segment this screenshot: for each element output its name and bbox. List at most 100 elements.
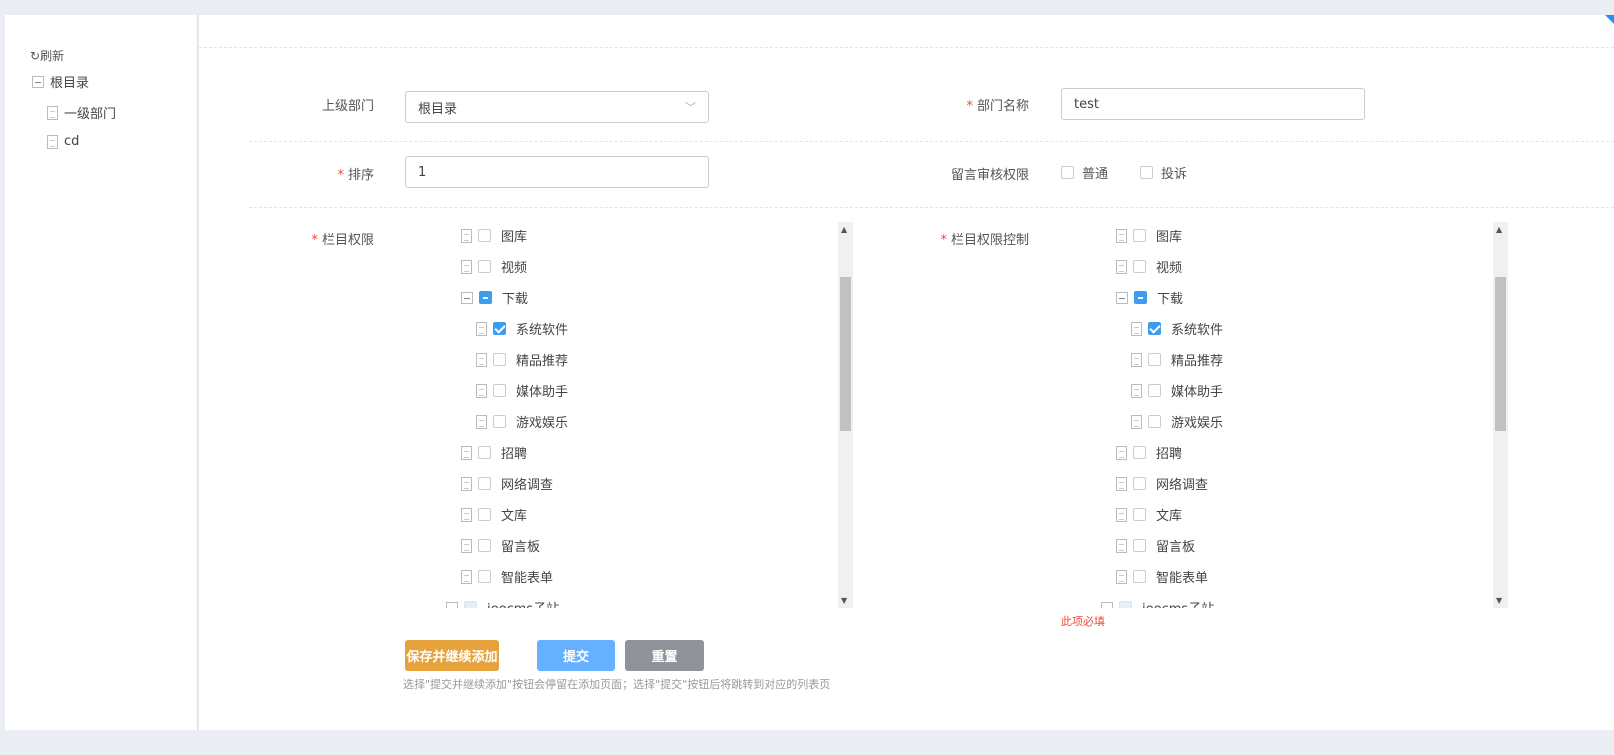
tree-item-label: 智能表单 bbox=[1156, 571, 1209, 586]
tree-item[interactable]: 游戏娱乐 bbox=[1131, 412, 1223, 431]
tree-item-label: 视频 bbox=[1156, 261, 1183, 276]
file-icon bbox=[1116, 476, 1127, 491]
tree-item[interactable]: 留言板 bbox=[461, 536, 540, 555]
file-icon bbox=[476, 414, 487, 429]
checkbox[interactable] bbox=[493, 415, 506, 428]
dept-name-label: * 部门名称 bbox=[966, 99, 1029, 114]
collapse-icon[interactable] bbox=[32, 75, 44, 88]
tree-root[interactable]: 根目录 bbox=[32, 72, 89, 91]
checkbox[interactable] bbox=[1133, 229, 1146, 242]
tree-item-label: 文库 bbox=[501, 509, 528, 524]
scrollbar[interactable]: ▲ ▼ bbox=[1493, 222, 1508, 608]
checkbox[interactable] bbox=[493, 384, 506, 397]
checkbox[interactable] bbox=[464, 601, 477, 608]
tree-item[interactable]: 招聘 bbox=[1116, 443, 1182, 462]
checkbox[interactable] bbox=[1140, 166, 1153, 179]
tree-item-label: 招聘 bbox=[501, 447, 528, 462]
tree-item[interactable]: 图库 bbox=[1116, 226, 1182, 245]
file-icon bbox=[476, 321, 487, 336]
checkbox[interactable] bbox=[1134, 291, 1147, 304]
review-normal[interactable]: 普通 bbox=[1061, 163, 1108, 182]
channel-control-label: * 栏目权限控制 bbox=[940, 233, 1029, 248]
tree-item[interactable]: 媒体助手 bbox=[1131, 381, 1223, 400]
file-icon bbox=[461, 507, 472, 522]
file-icon bbox=[1116, 228, 1127, 243]
checkbox[interactable] bbox=[1119, 601, 1132, 608]
collapse-icon[interactable] bbox=[446, 601, 458, 608]
tree-item[interactable]: 系统软件 bbox=[1131, 319, 1223, 338]
tree-item[interactable]: 精品推荐 bbox=[1131, 350, 1223, 369]
file-icon bbox=[1116, 445, 1127, 460]
tree-item-label: 图库 bbox=[1156, 230, 1183, 245]
reset-button[interactable]: 重置 bbox=[625, 640, 704, 671]
tree-item-label: jeecms子站 bbox=[1142, 598, 1214, 608]
tree-item[interactable]: 留言板 bbox=[1116, 536, 1195, 555]
tree-item[interactable]: 游戏娱乐 bbox=[476, 412, 568, 431]
checkbox[interactable] bbox=[478, 539, 491, 552]
checkbox[interactable] bbox=[1133, 508, 1146, 521]
checkbox[interactable] bbox=[478, 446, 491, 459]
tree-item-label: 图库 bbox=[501, 230, 528, 245]
tree-item[interactable]: 视频 bbox=[461, 257, 527, 276]
checkbox[interactable] bbox=[478, 260, 491, 273]
tree-item[interactable]: 媒体助手 bbox=[476, 381, 568, 400]
checkbox[interactable] bbox=[1148, 322, 1161, 335]
checkbox[interactable] bbox=[478, 508, 491, 521]
save-continue-button[interactable]: 保存并继续添加 bbox=[405, 640, 499, 671]
tree-item[interactable]: 文库 bbox=[461, 505, 527, 524]
sort-input[interactable]: 1 bbox=[405, 156, 709, 188]
refresh-button[interactable]: ↻刷新 bbox=[30, 47, 64, 64]
tree-item[interactable]: 智能表单 bbox=[1116, 567, 1208, 586]
tree-item[interactable]: 智能表单 bbox=[461, 567, 553, 586]
checkbox[interactable] bbox=[1133, 446, 1146, 459]
tree-item[interactable]: 文库 bbox=[1116, 505, 1182, 524]
checkbox[interactable] bbox=[1148, 353, 1161, 366]
tree-item[interactable]: 图库 bbox=[461, 226, 527, 245]
checkbox[interactable] bbox=[1148, 415, 1161, 428]
tree-item-label: 智能表单 bbox=[501, 571, 554, 586]
tree-item[interactable]: 下载 bbox=[1116, 288, 1183, 307]
department-sidebar: ↻刷新 根目录 一级部门 cd bbox=[5, 15, 198, 730]
tree-item[interactable]: 网络调查 bbox=[1116, 474, 1208, 493]
tree-item-label: 媒体助手 bbox=[516, 385, 569, 400]
checkbox[interactable] bbox=[1061, 166, 1074, 179]
tree-item-label: 游戏娱乐 bbox=[1171, 416, 1224, 431]
checkbox[interactable] bbox=[478, 570, 491, 583]
checkbox[interactable] bbox=[1133, 539, 1146, 552]
tree-item-label: 网络调查 bbox=[1156, 478, 1209, 493]
file-icon bbox=[1131, 321, 1142, 336]
tree-item-dept1[interactable]: 一级部门 bbox=[47, 103, 116, 122]
parent-dept-select[interactable]: 根目录 ﹀ bbox=[405, 91, 709, 123]
submit-button[interactable]: 提交 bbox=[537, 640, 615, 671]
tree-item[interactable]: 系统软件 bbox=[476, 319, 568, 338]
collapse-icon[interactable] bbox=[461, 291, 473, 304]
tree-item[interactable]: jeecms子站 bbox=[446, 598, 559, 608]
checkbox[interactable] bbox=[478, 229, 491, 242]
checkbox[interactable] bbox=[1133, 570, 1146, 583]
tree-item[interactable]: jeecms子站 bbox=[1101, 598, 1214, 608]
checkbox[interactable] bbox=[493, 353, 506, 366]
file-icon bbox=[47, 105, 58, 120]
tree-item[interactable]: 精品推荐 bbox=[476, 350, 568, 369]
dept-name-input[interactable]: test bbox=[1061, 88, 1365, 120]
tree-item[interactable]: 网络调查 bbox=[461, 474, 553, 493]
checkbox[interactable] bbox=[478, 477, 491, 490]
channel-perm-tree[interactable]: 图库视频下载系统软件精品推荐媒体助手游戏娱乐招聘网络调查文库留言板智能表单 jee… bbox=[440, 222, 854, 608]
tree-item[interactable]: 下载 bbox=[461, 288, 528, 307]
tree-item[interactable]: 招聘 bbox=[461, 443, 527, 462]
file-icon bbox=[1131, 414, 1142, 429]
file-icon bbox=[47, 134, 58, 149]
collapse-icon[interactable] bbox=[1101, 601, 1113, 608]
checkbox[interactable] bbox=[1133, 477, 1146, 490]
channel-control-tree[interactable]: 图库视频下载系统软件精品推荐媒体助手游戏娱乐招聘网络调查文库留言板智能表单 jee… bbox=[1095, 222, 1509, 608]
review-complaint[interactable]: 投诉 bbox=[1140, 163, 1187, 182]
checkbox[interactable] bbox=[479, 291, 492, 304]
checkbox[interactable] bbox=[1148, 384, 1161, 397]
tree-item-label: 文库 bbox=[1156, 509, 1183, 524]
tree-item[interactable]: 视频 bbox=[1116, 257, 1182, 276]
scrollbar[interactable]: ▲ ▼ bbox=[838, 222, 853, 608]
checkbox[interactable] bbox=[1133, 260, 1146, 273]
collapse-icon[interactable] bbox=[1116, 291, 1128, 304]
tree-item-cd[interactable]: cd bbox=[47, 134, 79, 149]
checkbox[interactable] bbox=[493, 322, 506, 335]
